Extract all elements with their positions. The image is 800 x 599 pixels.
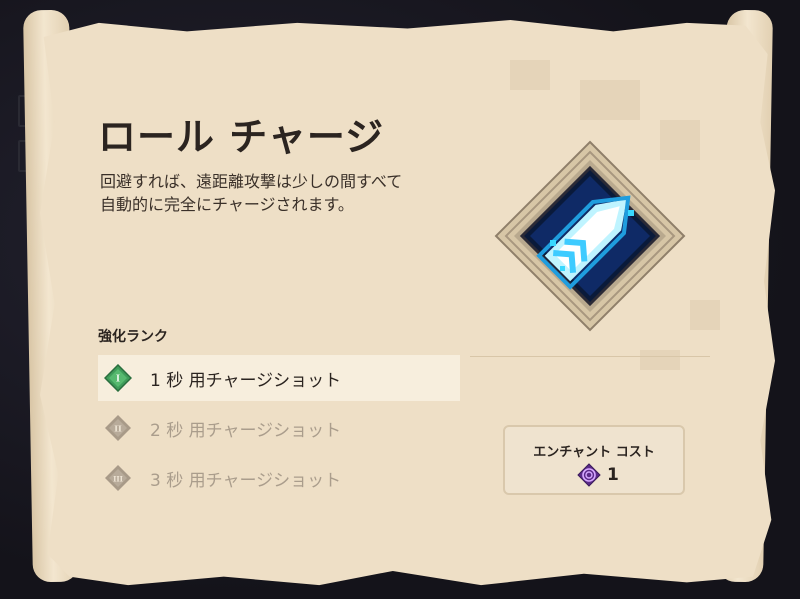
ranks-label: 強化ランク: [98, 329, 168, 345]
enchant-cost-label: エンチャント コスト: [533, 445, 655, 460]
divider: [470, 356, 710, 357]
rank-text: 3 秒 用チャージショット: [150, 470, 342, 491]
rank-numeral: III: [113, 475, 123, 484]
enchant-point-icon: [577, 463, 601, 487]
rank-text: 1 秒 用チャージショット: [150, 370, 342, 391]
enchant-cost-value: 1: [577, 463, 619, 487]
enchant-cost-panel: エンチャント コスト 1: [503, 425, 685, 495]
rank-gem-icon: II: [105, 415, 131, 441]
arrow-charge-icon: [494, 140, 686, 332]
rank-gem-icon: III: [105, 465, 131, 491]
rank-row-2[interactable]: II 2 秒 用チャージショット: [98, 405, 460, 451]
rank-row-3[interactable]: III 3 秒 用チャージショット: [98, 455, 460, 501]
enchant-cost-number: 1: [607, 465, 619, 485]
enchantment-title: ロール チャージ: [98, 115, 385, 159]
description-line: 回避すれば、遠距離攻撃は少しの間すべて: [100, 172, 403, 191]
rank-row-1[interactable]: I 1 秒 用チャージショット: [98, 355, 460, 401]
description-line: 自動的に完全にチャージされます。: [100, 195, 354, 214]
rank-numeral: I: [116, 375, 120, 385]
game-screen: 105 82 ロール チャージ 回避すれば、遠距離攻撃は少しの間すべて 自動的に…: [0, 0, 800, 599]
rank-gem-icon: I: [104, 364, 132, 392]
rank-text: 2 秒 用チャージショット: [150, 420, 342, 441]
enchantment-description: 回避すれば、遠距離攻撃は少しの間すべて 自動的に完全にチャージされます。: [100, 170, 480, 216]
rank-numeral: II: [114, 424, 122, 434]
